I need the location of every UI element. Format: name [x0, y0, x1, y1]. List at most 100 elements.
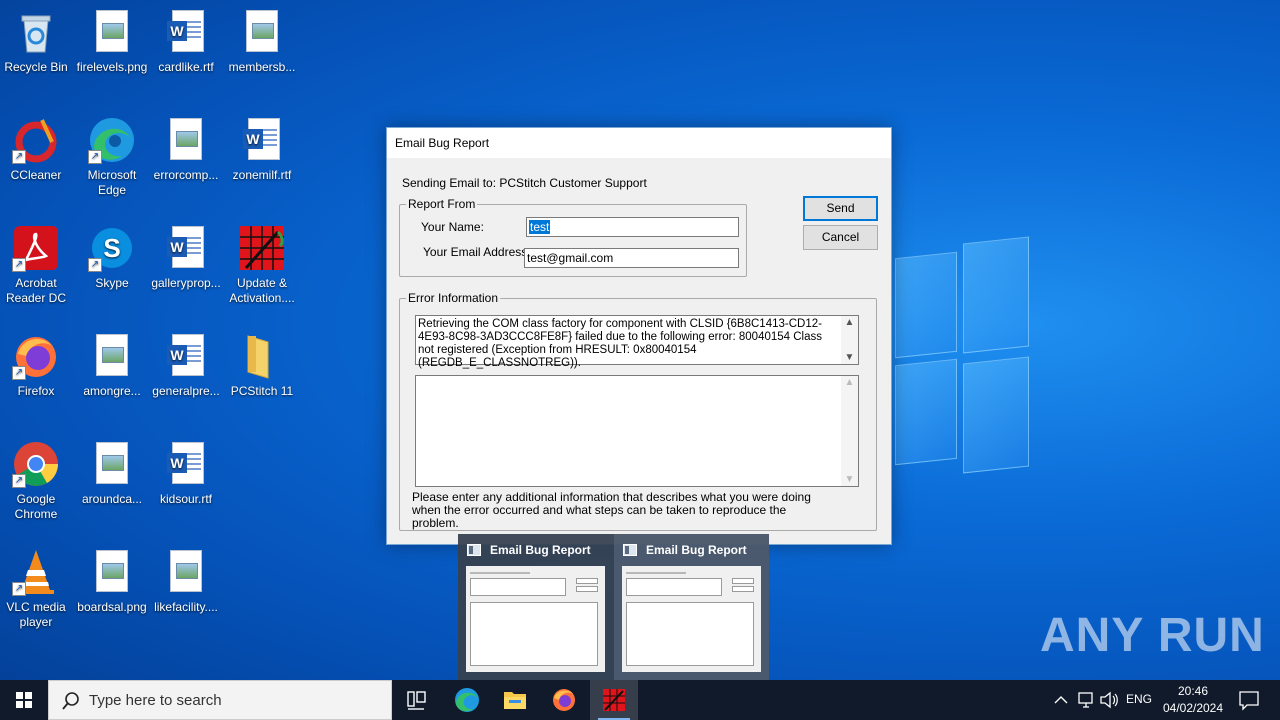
desktop-icon-label: Acrobat Reader DC: [5, 276, 67, 305]
desktop-icon-label: Skype: [95, 276, 129, 290]
action-center-button[interactable]: [1234, 680, 1264, 720]
desktop-icon-galleryprop[interactable]: W galleryprop...: [148, 218, 224, 291]
network-icon: [1078, 692, 1093, 708]
desktop-icon-membersb[interactable]: membersb...: [224, 2, 300, 75]
clock-date: 04/02/2024: [1162, 701, 1224, 715]
acrobat-icon: ↗: [12, 224, 60, 272]
desktop-icon-errorcomp[interactable]: errorcomp...: [148, 110, 224, 183]
anyrun-watermark: ANY RUN: [1040, 609, 1265, 662]
preview-tile[interactable]: Email Bug Report: [458, 534, 613, 680]
send-button[interactable]: Send: [803, 196, 878, 221]
desktop-icon-update-activation[interactable]: Update & Activation....: [224, 218, 300, 306]
image-file-icon: [88, 332, 136, 380]
desktop-icon-label: galleryprop...: [151, 276, 221, 290]
image-file-icon: [88, 548, 136, 596]
preview-title: Email Bug Report: [646, 543, 747, 557]
task-view-button[interactable]: [392, 680, 440, 720]
additional-info-scrollbar[interactable]: ▲ ▼: [841, 376, 858, 486]
desktop-icon-vlc[interactable]: ↗ VLC media player: [0, 542, 74, 630]
windows-wallpaper-logo: [895, 236, 1030, 480]
search-placeholder: Type here to search: [89, 692, 222, 709]
task-view-icon: [407, 691, 426, 710]
desktop-icon-likefacility[interactable]: likefacility....: [148, 542, 224, 615]
desktop-icon-label: CCleaner: [10, 168, 62, 182]
dialog-title: Email Bug Report: [387, 128, 891, 158]
image-file-icon: [162, 116, 210, 164]
input-language-indicator[interactable]: ENG: [1126, 692, 1152, 706]
desktop-icon-ccleaner[interactable]: ↗ CCleaner: [0, 110, 74, 183]
desktop-icon-amongre[interactable]: amongre...: [74, 326, 150, 399]
report-from-legend: Report From: [406, 197, 478, 211]
desktop-icon-boardsal[interactable]: boardsal.png: [74, 542, 150, 615]
shortcut-arrow-icon: ↗: [12, 150, 26, 164]
image-file-icon: [162, 548, 210, 596]
desktop-icon-acrobat[interactable]: ↗ Acrobat Reader DC: [0, 218, 74, 306]
shortcut-arrow-icon: ↗: [12, 582, 26, 596]
image-file-icon: [238, 8, 286, 56]
firefox-icon: [553, 689, 575, 711]
desktop-icon-label: firelevels.png: [76, 60, 148, 74]
preview-title: Email Bug Report: [490, 543, 591, 557]
your-email-field[interactable]: test@gmail.com: [524, 248, 739, 268]
desktop-icon-label: kidsour.rtf: [159, 492, 213, 506]
file-explorer-icon: [504, 692, 526, 709]
error-details-scrollbar[interactable]: ▲ ▼: [841, 316, 858, 364]
taskbar: Type here to search ENG 20:46 04/02/2024: [0, 680, 1280, 720]
desktop-icon-edge[interactable]: ↗ Microsoft Edge: [74, 110, 150, 198]
system-clock[interactable]: 20:46 04/02/2024: [1158, 683, 1228, 717]
desktop-icon-skype[interactable]: S ↗ Skype: [74, 218, 150, 291]
recycle-bin-icon: [12, 8, 60, 56]
desktop-icon-cardlike[interactable]: W cardlike.rtf: [148, 2, 224, 75]
desktop-icon-label: errorcomp...: [153, 168, 219, 182]
desktop-icon-recycle-bin[interactable]: Recycle Bin: [0, 2, 74, 75]
desktop-icon-firelevels[interactable]: firelevels.png: [74, 2, 150, 75]
taskbar-pcstitch-button[interactable]: [590, 680, 638, 720]
taskbar-search-box[interactable]: Type here to search: [48, 680, 392, 720]
preview-thumbnail: [466, 566, 605, 672]
scroll-down-arrow-icon[interactable]: ▼: [841, 352, 858, 363]
preview-thumbnail: [622, 566, 761, 672]
desktop-icon-generalpre[interactable]: W generalpre...: [148, 326, 224, 399]
error-details-textbox[interactable]: Retrieving the COM class factory for com…: [415, 315, 859, 369]
desktop-icon-label: VLC media player: [6, 600, 66, 629]
network-status-button[interactable]: [1074, 680, 1096, 720]
window-app-icon: [623, 544, 637, 556]
ccleaner-icon: ↗: [12, 116, 60, 164]
cancel-button[interactable]: Cancel: [803, 225, 878, 250]
desktop-icon-label: PCStitch 11: [230, 384, 294, 398]
taskbar-file-explorer-button[interactable]: [491, 680, 539, 720]
your-name-field[interactable]: test: [526, 217, 739, 237]
edge-icon: ↗: [88, 116, 136, 164]
desktop-icon-firefox[interactable]: ↗ Firefox: [0, 326, 74, 399]
start-button[interactable]: [0, 680, 48, 720]
additional-info-textarea[interactable]: ▲ ▼: [415, 375, 859, 487]
skype-icon: S ↗: [88, 224, 136, 272]
desktop-icon-aroundca[interactable]: aroundca...: [74, 434, 150, 507]
desktop-icon-label: aroundca...: [81, 492, 143, 506]
desktop-icon-label: generalpre...: [152, 384, 220, 398]
vlc-cone-icon: ↗: [12, 548, 60, 596]
taskbar-edge-button[interactable]: [443, 680, 491, 720]
word-document-icon: W: [162, 224, 210, 272]
desktop-icon-kidsour[interactable]: W kidsour.rtf: [148, 434, 224, 507]
taskbar-firefox-button[interactable]: [540, 680, 588, 720]
your-email-label: Your Email Address:: [423, 245, 531, 259]
word-document-icon: W: [238, 116, 286, 164]
desktop-icon-label: Firefox: [17, 384, 55, 398]
clock-time: 20:46: [1177, 684, 1209, 698]
svg-text:S: S: [103, 233, 120, 263]
desktop-icon-pcstitch-folder[interactable]: PCStitch 11: [224, 326, 300, 399]
volume-button[interactable]: [1098, 680, 1120, 720]
desktop-icon-label: Microsoft Edge: [87, 168, 137, 197]
image-file-icon: [88, 8, 136, 56]
preview-tile[interactable]: Email Bug Report: [614, 534, 769, 680]
desktop-icon-chrome[interactable]: ↗ Google Chrome: [0, 434, 74, 522]
show-hidden-icons-button[interactable]: [1050, 680, 1072, 720]
desktop-icon-zonemilf[interactable]: W zonemilf.rtf: [224, 110, 300, 183]
firefox-icon: ↗: [12, 332, 60, 380]
desktop-icon-label: zonemilf.rtf: [232, 168, 292, 182]
scroll-up-arrow-icon[interactable]: ▲: [841, 377, 858, 388]
scroll-down-arrow-icon[interactable]: ▼: [841, 474, 858, 485]
scroll-up-arrow-icon[interactable]: ▲: [841, 317, 858, 328]
chrome-icon: ↗: [12, 440, 60, 488]
